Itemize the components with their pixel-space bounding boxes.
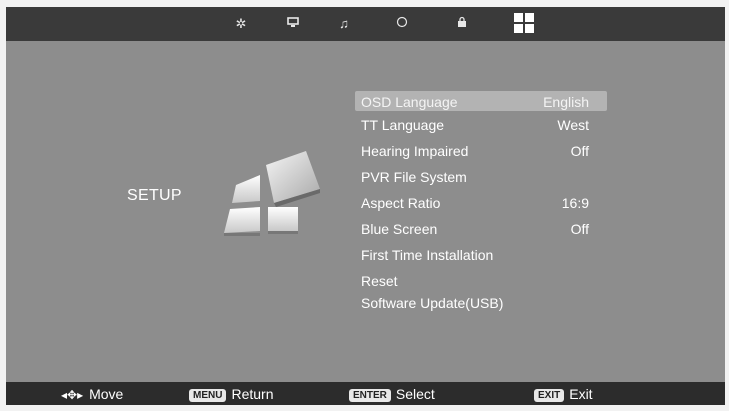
monitor-icon[interactable] bbox=[284, 15, 302, 33]
menu-item-software-update[interactable]: Software Update(USB) bbox=[355, 292, 607, 318]
menu-item-label: Hearing Impaired bbox=[361, 143, 469, 159]
menu-item-blue-screen[interactable]: Blue Screen Off bbox=[355, 218, 607, 244]
music-icon[interactable]: ♫ bbox=[335, 15, 353, 33]
hint-exit: EXIT Exit bbox=[534, 386, 593, 402]
clock-icon[interactable] bbox=[393, 15, 411, 33]
menu-item-label: Blue Screen bbox=[361, 221, 438, 237]
hint-label: Move bbox=[89, 386, 124, 402]
hint-label: Return bbox=[231, 386, 274, 402]
setup-grid-icon[interactable] bbox=[512, 12, 536, 36]
menu-item-label: PVR File System bbox=[361, 169, 467, 185]
hint-move: ◂✥▸ Move bbox=[61, 386, 123, 402]
enter-key-icon: ENTER bbox=[349, 389, 391, 402]
tv-screen: ✲ ♫ SETUP OSD Language English TT Langua… bbox=[6, 7, 725, 405]
menu-key-icon: MENU bbox=[189, 389, 227, 402]
menu-item-label: First Time Installation bbox=[361, 247, 494, 263]
menu-item-aspect-ratio[interactable]: Aspect Ratio 16:9 bbox=[355, 192, 607, 218]
menu-item-label: TT Language bbox=[361, 117, 445, 133]
menu-item-first-time-installation[interactable]: First Time Installation bbox=[355, 244, 607, 270]
hint-return: MENU Return bbox=[189, 386, 273, 402]
hint-label: Exit bbox=[569, 386, 593, 402]
menu-item-osd-language[interactable]: OSD Language English bbox=[355, 91, 607, 111]
menu-item-label: OSD Language bbox=[361, 94, 458, 110]
setup-menu: OSD Language English TT Language West He… bbox=[355, 91, 607, 318]
menu-item-value: West bbox=[557, 117, 589, 133]
navigate-arrows-icon: ◂✥▸ bbox=[61, 388, 84, 402]
menu-item-value: English bbox=[543, 94, 589, 110]
menu-item-value: Off bbox=[570, 221, 589, 237]
menu-item-value: Off bbox=[570, 143, 589, 159]
menu-item-tt-language[interactable]: TT Language West bbox=[355, 114, 607, 140]
lock-icon[interactable] bbox=[453, 15, 471, 33]
hint-label: Select bbox=[395, 386, 435, 402]
top-menu-bar: ✲ ♫ bbox=[6, 7, 725, 41]
hint-select: ENTER Select bbox=[349, 386, 435, 402]
help-bar: ◂✥▸ Move MENU Return ENTER Select EXIT Exit bbox=[6, 382, 725, 405]
exit-key-icon: EXIT bbox=[534, 389, 565, 402]
menu-item-value: 16:9 bbox=[561, 195, 589, 211]
page-title: SETUP bbox=[127, 187, 182, 204]
menu-item-label: Software Update(USB) bbox=[361, 295, 504, 311]
setup-logo-icon bbox=[224, 151, 320, 236]
menu-item-label: Aspect Ratio bbox=[361, 195, 441, 211]
menu-item-label: Reset bbox=[361, 273, 398, 289]
menu-item-hearing-impaired[interactable]: Hearing Impaired Off bbox=[355, 140, 607, 166]
settings-icon[interactable]: ✲ bbox=[232, 15, 250, 33]
menu-item-reset[interactable]: Reset bbox=[355, 270, 607, 292]
menu-item-pvr-file-system[interactable]: PVR File System bbox=[355, 166, 607, 192]
